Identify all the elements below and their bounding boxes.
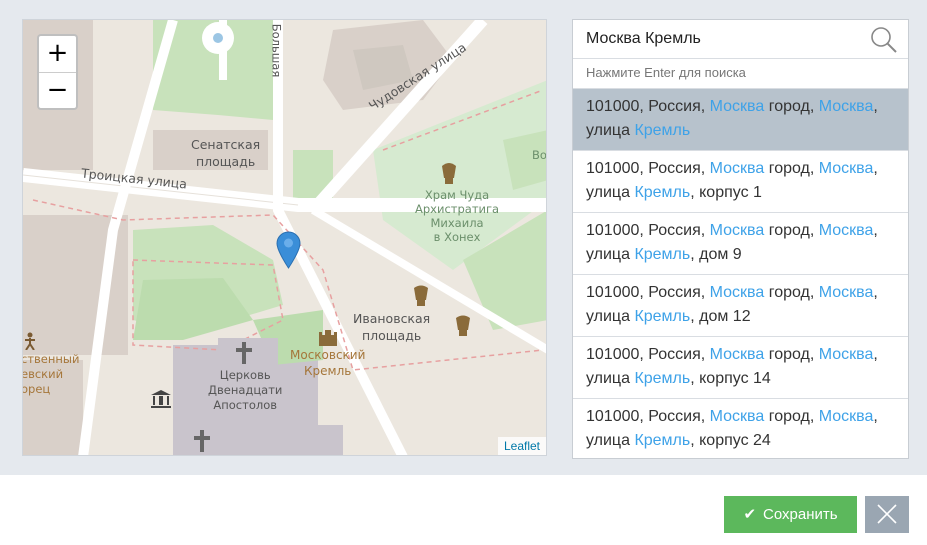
result-prefix: 101000, Россия,	[586, 284, 710, 301]
map-label-church: Церковь Двенадцати Апостолов	[208, 368, 283, 412]
zoom-out-button[interactable]: −	[39, 72, 76, 108]
result-mid1: город,	[764, 98, 819, 115]
temple-icon	[442, 163, 456, 184]
close-button[interactable]	[865, 496, 909, 533]
result-suffix: , дом 9	[690, 246, 742, 263]
map-label-senate-square: Сенатская площадь	[191, 137, 261, 169]
check-icon: ✔	[743, 506, 757, 523]
result-prefix: 101000, Россия,	[586, 346, 710, 363]
result-item[interactable]: 101000, Россия, Москва город, Москва, ули…	[573, 89, 908, 151]
search-hint: Нажмите Enter для поиска	[573, 59, 908, 89]
result-street: Кремль	[634, 246, 691, 263]
search-panel: Нажмите Enter для поиска 101000, Россия,…	[572, 19, 909, 459]
result-city: Москва	[709, 98, 765, 115]
search-input[interactable]	[573, 20, 908, 58]
result-street: Кремль	[634, 184, 691, 201]
result-mid1: город,	[764, 408, 819, 425]
result-city: Москва	[709, 346, 765, 363]
zoom-control: + −	[37, 34, 78, 110]
result-suffix: , дом 12	[690, 308, 751, 325]
result-city: Москва	[709, 284, 765, 301]
search-box	[573, 20, 908, 59]
map-label-palace: ственный евский орец	[22, 352, 80, 396]
result-city: Москва	[709, 408, 765, 425]
result-prefix: 101000, Россия,	[586, 98, 710, 115]
save-button-label: Сохранить	[763, 506, 838, 523]
map-label-partial: Во	[532, 148, 547, 162]
result-item[interactable]: 101000, Россия, Москва город, Москва, ули…	[573, 151, 908, 213]
close-icon	[877, 504, 897, 524]
search-icon[interactable]	[870, 26, 898, 54]
result-item[interactable]: 101000, Россия, Москва город, Москва, ули…	[573, 337, 908, 399]
result-item[interactable]: 101000, Россия, Москва город, Москва, ули…	[573, 213, 908, 275]
result-city: Москва	[709, 222, 765, 239]
result-suffix: , корпус 14	[690, 370, 771, 387]
map-label-ivanovskaya: Ивановская площадь	[353, 311, 431, 343]
result-suffix: , корпус 1	[690, 184, 762, 201]
map-marker-icon[interactable]	[276, 231, 301, 269]
map-label-bolshaya: Большая	[269, 23, 284, 78]
result-item[interactable]: 101000, Россия, Москва город, Москва, ули…	[573, 399, 908, 458]
map-label-temple: Храм Чуда Архистратига Михаила в Хонех	[415, 188, 500, 244]
result-mid1: город,	[764, 222, 819, 239]
result-prefix: 101000, Россия,	[586, 222, 710, 239]
result-street: Кремль	[634, 370, 691, 387]
person-icon	[25, 332, 35, 350]
map[interactable]: + − Сенатская площадь Троицкая улица Чудо…	[22, 19, 547, 456]
result-mid1: город,	[764, 346, 819, 363]
castle-icon	[319, 330, 337, 346]
save-button[interactable]: ✔ Сохранить	[724, 496, 857, 533]
museum-icon	[414, 285, 428, 306]
map-attribution[interactable]: Leaflet	[497, 437, 546, 455]
result-mid1: город,	[764, 284, 819, 301]
result-city2: Москва	[818, 284, 874, 301]
result-prefix: 101000, Россия,	[586, 160, 710, 177]
result-city2: Москва	[818, 98, 874, 115]
result-city: Москва	[709, 160, 765, 177]
result-street: Кремль	[634, 432, 691, 449]
result-suffix: , корпус 24	[690, 432, 771, 449]
church-cross-icon-2	[194, 430, 210, 452]
map-label-moscow-kremlin: Московский Кремль	[290, 348, 366, 378]
church-cross-icon	[236, 342, 252, 364]
result-city2: Москва	[818, 160, 874, 177]
results-list: 101000, Россия, Москва город, Москва, ули…	[573, 89, 908, 458]
result-city2: Москва	[818, 346, 874, 363]
result-street: Кремль	[634, 122, 691, 139]
result-city2: Москва	[818, 408, 874, 425]
result-mid1: город,	[764, 160, 819, 177]
monument-icon	[151, 390, 171, 408]
zoom-in-button[interactable]: +	[39, 36, 76, 72]
result-street: Кремль	[634, 308, 691, 325]
result-prefix: 101000, Россия,	[586, 408, 710, 425]
museum-icon-2	[456, 315, 470, 336]
result-item[interactable]: 101000, Россия, Москва город, Москва, ули…	[573, 275, 908, 337]
result-city2: Москва	[818, 222, 874, 239]
